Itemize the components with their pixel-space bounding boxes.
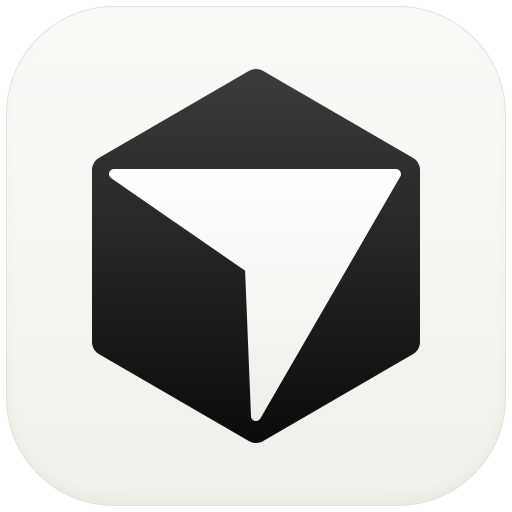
- app-icon-tile[interactable]: [6, 6, 506, 506]
- app-icon-canvas: [0, 0, 512, 512]
- hexagon-arrow-logo-icon: [92, 69, 420, 443]
